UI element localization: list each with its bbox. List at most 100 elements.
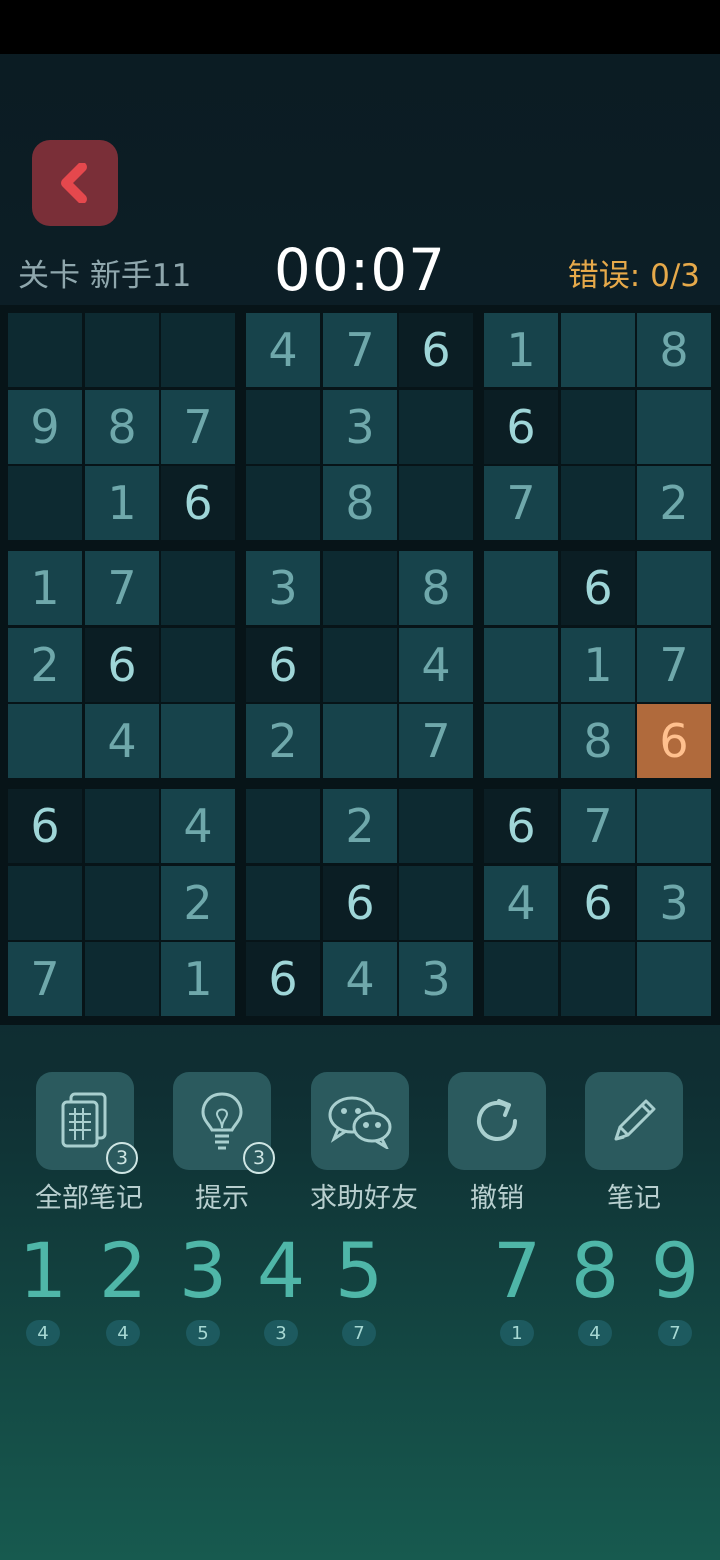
sudoku-cell[interactable]: 3	[246, 551, 320, 625]
sudoku-cell[interactable]	[484, 628, 558, 702]
sudoku-cell[interactable]: 7	[161, 390, 235, 464]
sudoku-cell[interactable]	[85, 942, 159, 1016]
sudoku-cell[interactable]	[246, 866, 320, 940]
sudoku-cell[interactable]	[561, 466, 635, 540]
sudoku-cell[interactable]	[637, 390, 711, 464]
sudoku-cell[interactable]: 4	[246, 313, 320, 387]
sudoku-cell[interactable]: 4	[484, 866, 558, 940]
sudoku-cell[interactable]	[161, 313, 235, 387]
sudoku-cell[interactable]: 1	[85, 466, 159, 540]
sudoku-cell[interactable]: 8	[637, 313, 711, 387]
sudoku-cell[interactable]	[637, 551, 711, 625]
sudoku-cell[interactable]: 4	[161, 789, 235, 863]
number-key-4[interactable]: 43	[246, 1232, 316, 1346]
notes-icon-box[interactable]	[585, 1072, 683, 1170]
sudoku-cell[interactable]	[484, 942, 558, 1016]
sudoku-cell[interactable]: 4	[399, 628, 473, 702]
sudoku-cell[interactable]	[561, 390, 635, 464]
sudoku-cell[interactable]: 7	[637, 628, 711, 702]
sudoku-cell[interactable]	[8, 704, 82, 778]
number-key-1[interactable]: 14	[8, 1232, 78, 1346]
sudoku-cell[interactable]: 7	[85, 551, 159, 625]
sudoku-cell[interactable]	[323, 551, 397, 625]
sudoku-cell[interactable]: 3	[637, 866, 711, 940]
sudoku-cell[interactable]: 6	[484, 789, 558, 863]
sudoku-cell[interactable]	[161, 628, 235, 702]
sudoku-cell[interactable]	[8, 466, 82, 540]
back-button[interactable]	[32, 140, 118, 226]
sudoku-cell[interactable]: 4	[323, 942, 397, 1016]
sudoku-cell[interactable]: 7	[561, 789, 635, 863]
undo-icon-box[interactable]	[448, 1072, 546, 1170]
sudoku-cell[interactable]	[85, 866, 159, 940]
number-key-5[interactable]: 57	[324, 1232, 394, 1346]
sudoku-cell[interactable]: 7	[8, 942, 82, 1016]
sudoku-cell[interactable]	[399, 390, 473, 464]
sudoku-cell[interactable]	[399, 466, 473, 540]
sudoku-cell[interactable]: 6	[637, 704, 711, 778]
sudoku-cell[interactable]	[246, 466, 320, 540]
number-key-8[interactable]: 84	[560, 1232, 630, 1346]
sudoku-cell[interactable]: 4	[85, 704, 159, 778]
sudoku-cell[interactable]: 2	[246, 704, 320, 778]
sudoku-cell[interactable]: 8	[323, 466, 397, 540]
sudoku-cell[interactable]: 6	[85, 628, 159, 702]
sudoku-cell[interactable]	[161, 704, 235, 778]
sudoku-cell[interactable]	[246, 789, 320, 863]
sudoku-cell[interactable]: 1	[8, 551, 82, 625]
sudoku-cell[interactable]: 6	[246, 942, 320, 1016]
sudoku-cell[interactable]: 8	[85, 390, 159, 464]
sudoku-cell[interactable]: 6	[399, 313, 473, 387]
sudoku-cell[interactable]: 2	[637, 466, 711, 540]
sudoku-cell[interactable]	[85, 313, 159, 387]
sudoku-cell[interactable]	[561, 942, 635, 1016]
number-key-7[interactable]: 71	[482, 1232, 552, 1346]
sudoku-cell[interactable]: 7	[323, 313, 397, 387]
sudoku-cell[interactable]	[399, 866, 473, 940]
sudoku-cell[interactable]: 1	[561, 628, 635, 702]
sudoku-cell[interactable]: 2	[161, 866, 235, 940]
sudoku-cell[interactable]: 7	[399, 704, 473, 778]
notes-button[interactable]: 笔记	[584, 1072, 684, 1215]
sudoku-cell[interactable]: 1	[484, 313, 558, 387]
ask-friend-icon-box[interactable]	[311, 1072, 409, 1170]
number-key-2[interactable]: 24	[88, 1232, 158, 1346]
sudoku-cell[interactable]: 2	[323, 789, 397, 863]
undo-button[interactable]: 撤销	[447, 1072, 547, 1215]
sudoku-cell[interactable]	[399, 789, 473, 863]
sudoku-cell[interactable]: 8	[399, 551, 473, 625]
sudoku-cell[interactable]: 6	[246, 628, 320, 702]
sudoku-cell[interactable]	[8, 313, 82, 387]
sudoku-cell[interactable]: 6	[8, 789, 82, 863]
sudoku-cell[interactable]: 6	[484, 390, 558, 464]
sudoku-cell[interactable]: 6	[561, 551, 635, 625]
all-notes-icon-box[interactable]: 3	[36, 1072, 138, 1174]
sudoku-cell[interactable]	[8, 866, 82, 940]
sudoku-cell[interactable]: 3	[399, 942, 473, 1016]
sudoku-cell[interactable]: 2	[8, 628, 82, 702]
all-notes-button[interactable]: 3 全部笔记	[35, 1072, 143, 1215]
hint-icon-box[interactable]: 3	[173, 1072, 275, 1174]
sudoku-cell[interactable]: 6	[323, 866, 397, 940]
sudoku-cell[interactable]	[323, 628, 397, 702]
number-key-9[interactable]: 97	[640, 1232, 710, 1346]
sudoku-cell[interactable]	[637, 789, 711, 863]
number-key-3[interactable]: 35	[168, 1232, 238, 1346]
sudoku-cell[interactable]	[561, 313, 635, 387]
sudoku-cell[interactable]	[85, 789, 159, 863]
sudoku-cell[interactable]: 7	[484, 466, 558, 540]
ask-friend-button[interactable]: 求助好友	[310, 1072, 418, 1215]
sudoku-cell[interactable]: 3	[323, 390, 397, 464]
sudoku-cell[interactable]: 1	[161, 942, 235, 1016]
sudoku-cell[interactable]	[323, 704, 397, 778]
sudoku-cell[interactable]	[637, 942, 711, 1016]
sudoku-cell[interactable]	[484, 551, 558, 625]
sudoku-cell[interactable]	[246, 390, 320, 464]
sudoku-cell[interactable]	[484, 704, 558, 778]
sudoku-cell[interactable]: 9	[8, 390, 82, 464]
sudoku-cell[interactable]: 6	[561, 866, 635, 940]
hint-button[interactable]: 3 提示	[172, 1072, 275, 1215]
sudoku-cell[interactable]: 6	[161, 466, 235, 540]
sudoku-cell[interactable]	[161, 551, 235, 625]
sudoku-cell[interactable]: 8	[561, 704, 635, 778]
